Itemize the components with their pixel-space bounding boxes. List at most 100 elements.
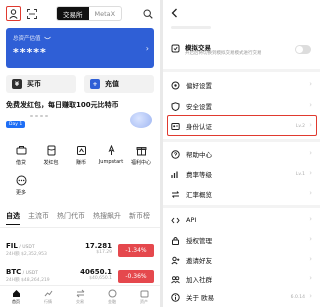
menu-extra: Lv.2 [295,123,305,129]
shortcut-red-packet[interactable]: 发红包 [36,144,66,174]
chevron-right-icon: › [309,149,312,157]
preferences-icon [171,81,180,89]
more-icon [16,175,26,186]
nav-finance[interactable]: 金融 [96,286,128,307]
nav-label: 行情 [44,299,52,304]
chevron-right-icon: › [309,292,312,300]
scan-icon [27,9,37,19]
rewards-icon [136,147,146,156]
deposit-button[interactable]: + 充值 [84,75,154,93]
quick-actions: ¥ 买币 + 充值 [6,75,154,93]
shortcut-earn[interactable]: 赚币 [66,144,96,174]
chevron-left-icon [171,8,177,18]
pair-price-block: 17.281 $17.29 [85,242,112,255]
fee-tier-icon [171,171,178,178]
nav-assets[interactable]: 资产 [128,286,160,307]
tab-favorites[interactable]: 自选 [6,211,20,225]
identity-icon [171,122,180,130]
market-row-fil[interactable]: FIL / USDT 24H额 $2,352,953 17.281 $17.29… [6,242,154,260]
chevron-right-icon: › [309,101,312,109]
top-bar: 交易所 MetaX [4,6,156,22]
nav-label: 首页 [12,299,20,304]
menu-about[interactable]: 关于 欧易 6.0.14 › [171,288,313,306]
shortcut-loan[interactable]: 借贷 [6,144,36,174]
menu-identity-verification[interactable]: 身份认证 Lv.2 › [171,117,313,135]
menu-exchange-rate[interactable]: 汇率概览 › [171,185,313,203]
community-icon [171,275,180,283]
scan-button[interactable] [26,8,38,20]
total-assets-value: ***** [13,46,47,59]
menu-fee-tier[interactable]: 费率等级 Lv.1 › [171,165,313,183]
chevron-right-icon: › [309,121,312,129]
menu-extra: 6.0.14 [290,294,305,300]
shortcut-rewards[interactable]: 福利中心 [126,144,156,174]
total-assets-label: 总资产估值 [13,36,41,42]
nav-market[interactable]: 行情 [32,286,64,307]
profile-button[interactable] [6,6,21,21]
shortcut-label: 赚币 [75,160,86,166]
home-nav-icon [12,290,20,297]
avatar [171,26,211,29]
menu-label: 身份认证 [186,123,212,131]
price-change-badge[interactable]: -0.36% [118,270,154,283]
api-icon [171,217,180,223]
menu-security[interactable]: 安全设置 › [171,97,313,115]
buy-crypto-button[interactable]: ¥ 买币 [6,75,76,93]
settings-header [171,8,311,20]
menu-help-center[interactable]: 帮助中心 › [171,145,313,163]
menu-extra: Lv.1 [295,171,305,177]
market-row-btc[interactable]: BTC / USDT 24H额 $48,264,219 40650.1 $40,… [6,268,154,286]
menu-invite-friends[interactable]: 邀请好友 › [171,251,313,269]
shortcut-more[interactable]: 更多 [6,174,36,204]
deposit-icon: + [90,79,100,89]
shortcut-grid: 借贷 发红包 赚币 Jumpstart 福利中心 更多 [6,144,156,204]
banner-illustration [130,112,152,128]
total-assets-card[interactable]: 总资产估值 ***** › [6,28,154,68]
nav-label: 交易 [76,299,84,304]
profile-summary [171,26,311,36]
tab-trending[interactable]: 热搜飙升 [93,211,121,225]
tab-hot-tokens[interactable]: 热门代币 [57,211,85,225]
tab-new-listings[interactable]: 新币榜 [129,211,150,225]
mode-switch: 交易所 MetaX [56,6,123,21]
eye-hidden-icon[interactable] [43,36,51,41]
nav-home[interactable]: 首页 [0,286,32,307]
section-divider [163,205,320,208]
jumpstart-icon [108,145,114,155]
menu-api[interactable]: API › [171,211,313,229]
tab-exchange[interactable]: 交易所 [57,7,89,20]
earn-icon [76,146,86,155]
chevron-right-icon: › [309,274,312,282]
exchange-home-screen: 交易所 MetaX 总资产估值 ***** › ¥ 买币 + 充值 免费发红包，… [0,0,160,307]
pair-price-block: 40650.1 $40,650.1 [80,268,112,281]
back-button[interactable] [171,8,178,21]
demo-trading-toggle[interactable] [295,45,311,54]
market-nav-icon [44,290,52,297]
deposit-label: 充值 [105,80,119,88]
menu-preferences[interactable]: 偏好设置 › [171,76,313,94]
assets-nav-icon [140,290,148,298]
banner-pagination [30,115,48,117]
tab-mainstream[interactable]: 主流币 [28,211,49,225]
promo-banner[interactable]: 免费发红包，每日赚取100元比特币 Day 1 [6,100,154,128]
bottom-navigation: 首页 行情 交易 金融 资产 [0,285,160,307]
menu-join-community[interactable]: 加入社群 › [171,270,313,288]
menu-label: 汇率概览 [186,191,212,199]
search-button[interactable] [142,8,154,20]
menu-authorization[interactable]: 授权管理 › [171,231,313,249]
shortcut-label: 福利中心 [130,160,151,166]
shortcut-jumpstart[interactable]: Jumpstart [96,144,126,174]
chevron-right-icon: › [309,169,312,177]
demo-trading-subtitle: 开启后将切换到模拟交易模式进行交易 [185,51,262,56]
settings-screen: 模拟交易 开启后将切换到模拟交易模式进行交易 偏好设置 › 安全设置 › 身份认… [163,0,320,307]
market-tabs: 自选 主流币 热门代币 热搜飙升 新币榜 [6,211,160,225]
nav-trade[interactable]: 交易 [64,286,96,307]
pair-quote: / USDT [21,271,38,276]
pair-fiat-price: $17.29 [96,250,112,255]
pair-fiat-price: $40,650.1 [89,276,112,281]
user-icon [9,8,18,19]
price-change-badge[interactable]: -1.34% [118,244,154,257]
tab-metax[interactable]: MetaX [89,7,122,20]
buy-icon: ¥ [12,79,22,89]
menu-label: 邀请好友 [186,257,212,265]
